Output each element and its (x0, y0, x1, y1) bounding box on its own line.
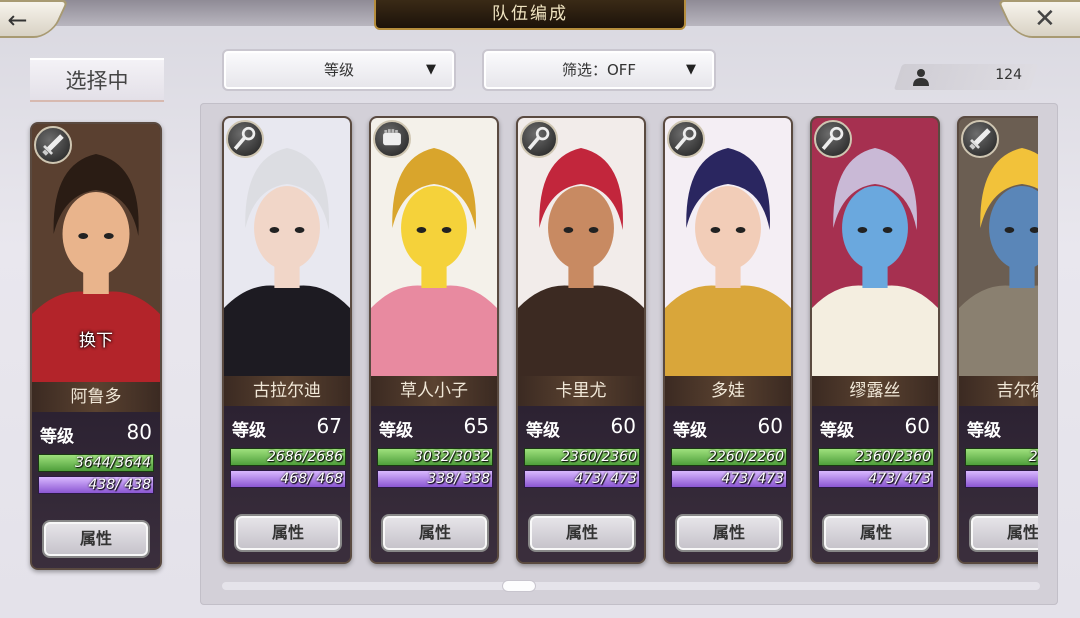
hp-bar: 2260/2260 (671, 448, 787, 466)
sort-dropdown-value: 等级 (323, 61, 354, 79)
mp-value: 473/ 473 (574, 471, 637, 487)
hp-bar: 3032/3032 (377, 448, 493, 466)
level-value: 67 (316, 414, 342, 438)
sword-icon (34, 126, 72, 164)
unit-name: 草人小子 (371, 376, 497, 406)
attributes-button[interactable]: 属性 (675, 514, 783, 552)
hp-value: 2500/2 (1028, 449, 1038, 465)
unit-stats: 等级 60 2260/2260 473/ 473 属性 (665, 406, 791, 562)
mp-value: 468/ 468 (280, 471, 343, 487)
unit-card[interactable]: 草人小子 等级 65 3032/3032 338/ 338 属性 (369, 116, 499, 564)
back-arrow-icon: ← (7, 6, 28, 34)
hp-bar: 2360/2360 (818, 448, 934, 466)
unit-list[interactable]: 古拉尔迪 等级 67 2686/2686 468/ 468 属性 草人小子 等级… (214, 116, 1038, 576)
mp-value: 473/ 473 (868, 471, 931, 487)
unit-name: 吉尔德 (959, 376, 1038, 406)
level-value: 65 (463, 414, 489, 438)
hp-value: 2360/2360 (855, 449, 931, 465)
unit-card[interactable]: 缪露丝 等级 60 2360/2360 473/ 473 属性 (810, 116, 940, 564)
person-icon (913, 69, 929, 86)
mp-bar: 473/ 473 (818, 470, 934, 488)
unit-stats: 等级 65 3032/3032 338/ 338 属性 (371, 406, 497, 562)
staff-icon (226, 120, 264, 158)
hp-value: 2686/2686 (267, 449, 343, 465)
staff-icon (520, 120, 558, 158)
unit-name: 阿鲁多 (32, 382, 160, 412)
sort-dropdown[interactable]: 等级 ▼ (222, 49, 456, 91)
attributes-button[interactable]: 属性 (42, 520, 150, 558)
mp-value: 438/ 438 (88, 477, 151, 493)
attributes-button[interactable]: 属性 (822, 514, 930, 552)
attributes-button[interactable]: 属性 (381, 514, 489, 552)
unit-count-value: 124 (995, 67, 1022, 83)
unit-name: 多娃 (665, 376, 791, 406)
hp-bar: 2360/2360 (524, 448, 640, 466)
scrollbar-track[interactable] (222, 582, 1040, 590)
level-label: 等级 (379, 421, 413, 441)
filter-dropdown-value: 筛选：OFF (561, 61, 637, 79)
unit-name: 卡里尤 (518, 376, 644, 406)
chevron-down-icon: ▼ (686, 62, 696, 77)
mp-bar: 473/ 473 (524, 470, 640, 488)
mp-value: 338/ 338 (427, 471, 490, 487)
unit-stats: 等级 80 3644/3644 438/ 438 属性 (32, 412, 160, 568)
unit-card[interactable]: 古拉尔迪 等级 67 2686/2686 468/ 468 属性 (222, 116, 352, 564)
unit-stats: 等级 2500/2 290/ 属性 (959, 406, 1038, 562)
mp-value: 290/ (966, 471, 1038, 487)
attributes-button[interactable]: 属性 (528, 514, 636, 552)
level-label: 等级 (232, 421, 266, 441)
staff-icon (667, 120, 705, 158)
unit-card[interactable]: 吉尔德 等级 2500/2 290/ 属性 (957, 116, 1038, 564)
fist-icon (373, 120, 411, 158)
hp-value: 2360/2360 (561, 449, 637, 465)
hp-bar: 3644/3644 (38, 454, 154, 472)
attributes-button[interactable]: 属性 (969, 514, 1038, 552)
current-unit-card[interactable]: 换下 阿鲁多 等级 80 3644/3644 438/ 438 属性 (30, 122, 162, 570)
attributes-button[interactable]: 属性 (234, 514, 342, 552)
unit-count: 124 (893, 64, 1039, 90)
level-label: 等级 (40, 427, 74, 447)
unit-name: 缪露丝 (812, 376, 938, 406)
hp-value: 3032/3032 (414, 449, 490, 465)
level-label: 等级 (820, 421, 854, 441)
unit-stats: 等级 60 2360/2360 473/ 473 属性 (518, 406, 644, 562)
level-value: 80 (126, 420, 152, 444)
unit-stats: 等级 60 2360/2360 473/ 473 属性 (812, 406, 938, 562)
scrollbar-thumb[interactable] (502, 580, 536, 592)
level-label: 等级 (526, 421, 560, 441)
hp-value: 3644/3644 (75, 455, 151, 471)
unit-name: 古拉尔迪 (224, 376, 350, 406)
filter-dropdown[interactable]: 筛选：OFF ▼ (482, 49, 716, 91)
mp-bar: 290/ (965, 470, 1038, 488)
hp-bar: 2686/2686 (230, 448, 346, 466)
sword-icon (961, 120, 999, 158)
mp-bar: 338/ 338 (377, 470, 493, 488)
unit-card[interactable]: 多娃 等级 60 2260/2260 473/ 473 属性 (663, 116, 793, 564)
level-label: 等级 (967, 421, 1001, 441)
unit-stats: 等级 67 2686/2686 468/ 468 属性 (224, 406, 350, 562)
selecting-label: 选择中 (30, 58, 164, 102)
level-value: 60 (610, 414, 636, 438)
mp-bar: 438/ 438 (38, 476, 154, 494)
swap-out-label[interactable]: 换下 (32, 326, 160, 351)
hp-value: 2260/2260 (708, 449, 784, 465)
staff-icon (814, 120, 852, 158)
level-value: 60 (757, 414, 783, 438)
level-label: 等级 (673, 421, 707, 441)
page-title: 队伍编成 (374, 0, 686, 30)
unit-card[interactable]: 卡里尤 等级 60 2360/2360 473/ 473 属性 (516, 116, 646, 564)
mp-value: 473/ 473 (721, 471, 784, 487)
mp-bar: 468/ 468 (230, 470, 346, 488)
close-icon: ✕ (1034, 4, 1056, 34)
chevron-down-icon: ▼ (426, 62, 436, 77)
hp-bar: 2500/2 (965, 448, 1038, 466)
level-value: 60 (904, 414, 930, 438)
close-button[interactable]: ✕ (997, 0, 1080, 38)
mp-bar: 473/ 473 (671, 470, 787, 488)
back-button[interactable]: ← (0, 0, 69, 38)
